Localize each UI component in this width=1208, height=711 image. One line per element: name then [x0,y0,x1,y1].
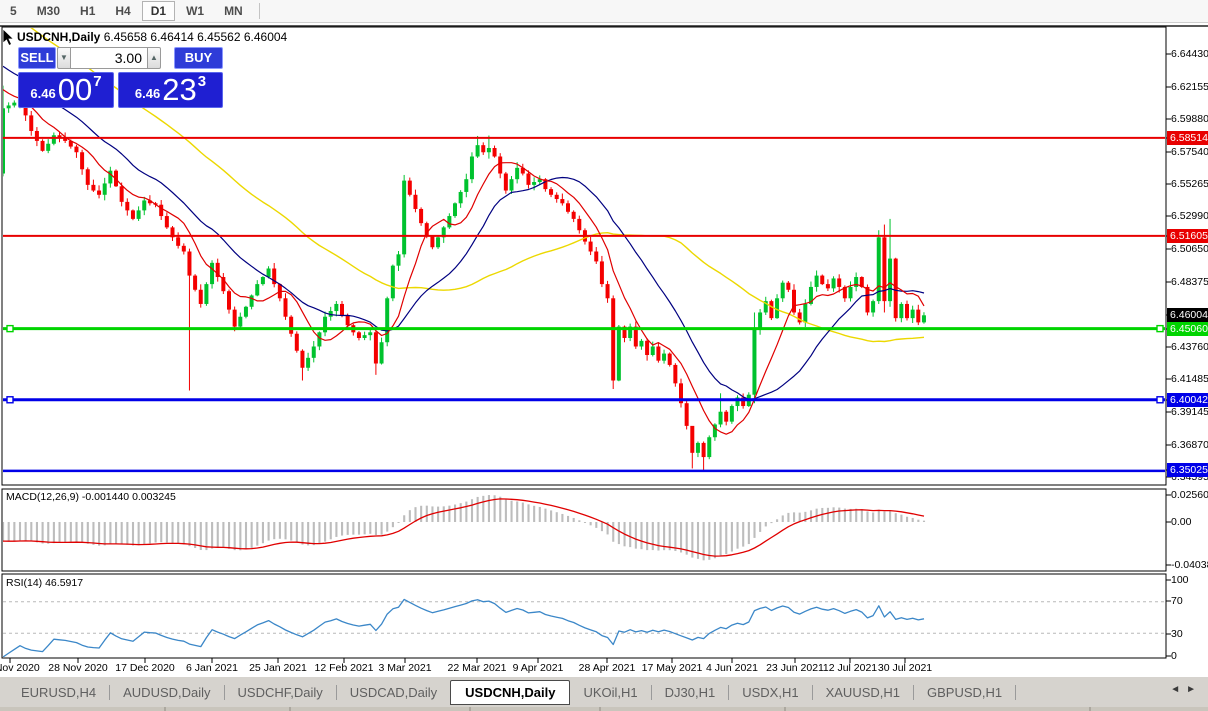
rsi-axis-label: 30 [1171,628,1183,640]
macd-panel [2,489,1166,571]
price-axis-label: 6.41485 [1171,373,1208,385]
chart-tab-usdcad[interactable]: USDCAD,Daily [337,681,450,704]
date-axis-label: 4 Jun 2021 [706,662,758,674]
timeframe-toolbar: 5M30H1H4D1W1MN [0,0,1208,23]
hline-handle [7,326,13,332]
timeframe-button-mn[interactable]: MN [215,1,252,21]
tab-separator [1015,685,1016,700]
price-axis-label: 6.57540 [1171,146,1208,158]
hline-handle [1157,326,1163,332]
price-tag: 6.58514 [1167,131,1208,145]
date-axis-label: 12 Jul 2021 [823,662,877,674]
timeframe-button-h1[interactable]: H1 [71,1,104,21]
price-tag: 6.45060 [1167,322,1208,336]
price-axis-label: 6.64430 [1171,48,1208,60]
rsi-axis-label: 70 [1171,595,1183,607]
chart-ohlc-values: 6.45658 6.46414 6.45562 6.46004 [104,30,288,44]
hline-handle [1157,397,1163,403]
date-axis-label: 6 Jan 2021 [186,662,238,674]
price-tag: 6.46004 [1167,308,1208,322]
tab-scroll-left-icon[interactable]: ◄ [1170,684,1186,695]
timeframe-button-h4[interactable]: H4 [106,1,139,21]
chart-symbol-timeframe: USDCNH,Daily [17,30,100,44]
buy-price-big: 23 [162,75,196,105]
date-axis-label: 28 Apr 2021 [579,662,636,674]
sell-price-prefix: 6.46 [30,86,55,101]
price-axis-label: 6.62155 [1171,81,1208,93]
price-axis-label: 6.43760 [1171,341,1208,353]
price-tag: 6.51605 [1167,229,1208,243]
volume-increase-button[interactable]: ▲ [147,47,161,69]
chart-tab-dj30[interactable]: DJ30,H1 [652,681,729,704]
macd-indicator-caption: MACD(12,26,9) -0.001440 0.003245 [6,491,176,503]
toolbar-separator [259,3,260,19]
timeframe-button-d1[interactable]: D1 [142,1,175,21]
chart-tab-usdx[interactable]: USDX,H1 [729,681,811,704]
date-axis-label: 17 Dec 2020 [115,662,175,674]
trading-platform-window: 5M30H1H4D1W1MN USDCNH,Daily 6.45658 6.46… [0,0,1208,711]
one-click-trade-panel: SELL ▼ ▲ BUY 6.46 00 7 6.46 23 3 [18,47,223,109]
buy-button[interactable]: BUY [174,47,223,69]
chart-title: USDCNH,Daily 6.45658 6.46414 6.45562 6.4… [17,30,287,44]
date-axis-label: 22 Mar 2021 [448,662,507,674]
date-axis-label: 30 Jul 2021 [878,662,932,674]
sell-price-tile[interactable]: 6.46 00 7 [18,72,114,108]
chart-tab-audusd[interactable]: AUDUSD,Daily [110,681,223,704]
macd-axis-label: -0.040386 [1171,559,1208,571]
tab-scroll-right-icon[interactable]: ► [1186,684,1202,695]
rsi-axis-label: 100 [1171,574,1189,586]
date-axis-label: 25 Jan 2021 [249,662,307,674]
date-axis-label: 10 Nov 2020 [0,662,40,674]
price-axis-label: 6.59880 [1171,113,1208,125]
price-axis-label: 6.52990 [1171,210,1208,222]
chart-tab-ukoil[interactable]: UKOil,H1 [570,681,650,704]
chart-tab-gbpusd[interactable]: GBPUSD,H1 [914,681,1015,704]
date-axis-label: 28 Nov 2020 [48,662,108,674]
price-tag: 6.35025 [1167,463,1208,477]
price-tag: 6.40042 [1167,393,1208,407]
date-axis-label: 17 May 2021 [642,662,703,674]
date-axis-label: 3 Mar 2021 [378,662,431,674]
hline-handle [7,397,13,403]
chart-tab-bar: EURUSD,H4AUDUSD,DailyUSDCHF,DailyUSDCAD,… [0,678,1208,707]
sell-price-big: 00 [58,75,92,105]
volume-input[interactable] [71,47,147,69]
macd-axis-label: 0.025609 [1171,489,1208,501]
price-axis-label: 6.48375 [1171,276,1208,288]
price-axis-label: 6.50650 [1171,243,1208,255]
buy-price-tile[interactable]: 6.46 23 3 [118,72,223,108]
tab-scroll-arrows[interactable]: ◄► [1170,684,1202,695]
sell-button[interactable]: SELL [18,47,56,69]
price-axis-label: 6.39145 [1171,406,1208,418]
price-axis-label: 6.36870 [1171,439,1208,451]
rsi-indicator-caption: RSI(14) 46.5917 [6,577,83,589]
rsi-axis-label: 0 [1171,650,1177,662]
date-axis-label: 9 Apr 2021 [513,662,564,674]
volume-decrease-button[interactable]: ▼ [57,47,71,69]
buy-price-prefix: 6.46 [135,86,160,101]
sell-price-pip: 7 [93,73,101,90]
rsi-panel [2,574,1166,658]
chart-tab-usdcnh[interactable]: USDCNH,Daily [450,680,570,705]
timeframe-button-m30[interactable]: M30 [28,1,69,21]
date-axis-label: 12 Feb 2021 [315,662,374,674]
macd-axis-label: 0.00 [1171,516,1191,528]
chart-tab-eurusd[interactable]: EURUSD,H4 [8,681,109,704]
mouse-cursor-icon [2,28,18,46]
chart-tab-usdchf[interactable]: USDCHF,Daily [225,681,336,704]
price-axis-label: 6.55265 [1171,178,1208,190]
buy-price-pip: 3 [198,73,206,90]
date-axis-label: 23 Jun 2021 [766,662,824,674]
chart-tab-xauusd[interactable]: XAUUSD,H1 [813,681,913,704]
timeframe-button-5[interactable]: 5 [1,1,26,21]
timeframe-button-w1[interactable]: W1 [177,1,213,21]
